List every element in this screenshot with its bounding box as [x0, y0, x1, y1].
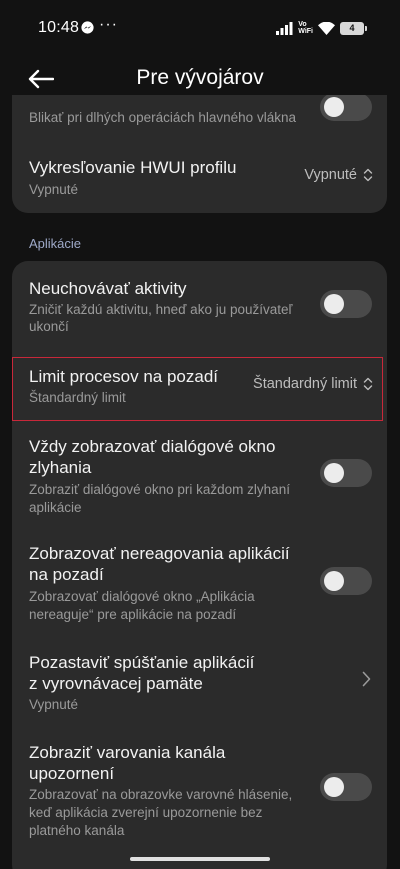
item-title: Vykresľovanie HWUI profilu	[29, 158, 237, 177]
list-item-background-anr[interactable]: Zobrazovať nereagovania aplikácií na poz…	[12, 539, 387, 631]
list-item-show-crash-dialog[interactable]: Vždy zobrazovať dialógové okno zlyhania …	[12, 431, 387, 523]
background-anr-toggle[interactable]	[320, 567, 372, 595]
item-title-line2: na pozadí	[29, 565, 104, 584]
list-item-dont-keep-activities[interactable]: Neuchovávať aktivity Zničiť každú aktivi…	[12, 261, 387, 343]
list-item-notification-channel-warnings[interactable]: Zobraziť varovania kanála upozornení Zob…	[12, 741, 387, 853]
home-indicator[interactable]	[130, 857, 270, 861]
messenger-icon	[81, 21, 94, 34]
item-title: Neuchovávať aktivity	[29, 279, 187, 298]
status-icons: Vo WiFi 4	[276, 19, 367, 37]
item-subtitle-line3: platného kanála	[29, 823, 125, 838]
settings-card-top: Blikať pri dlhých operáciách hlavného vl…	[12, 95, 387, 213]
item-title-line2: z vyrovnávacej pamäte	[29, 674, 203, 693]
vowifi-icon: Vo WiFi	[298, 21, 313, 35]
item-subtitle: Vypnuté	[29, 697, 79, 712]
channel-warnings-toggle[interactable]	[320, 773, 372, 801]
section-label-apps: Aplikácie	[29, 236, 82, 251]
more-notifications-icon: ···	[99, 16, 118, 33]
list-item-hwui-profile[interactable]: Vykresľovanie HWUI profilu Vypnuté Vypnu…	[12, 145, 387, 205]
process-limit-select[interactable]: Štandardný limit	[253, 376, 373, 392]
battery-icon: 4	[340, 21, 367, 35]
item-title-line2: zlyhania	[29, 458, 92, 477]
wifi-icon	[318, 21, 335, 35]
page-title: Pre vývojárov	[136, 66, 264, 89]
item-title: Limit procesov na pozadí	[29, 367, 218, 386]
item-subtitle-line1: Zobrazovať dialógové okno „Aplikácia	[29, 589, 255, 604]
chevron-updown-icon	[363, 377, 373, 391]
vowifi-bottom: WiFi	[298, 28, 313, 35]
select-value: Štandardný limit	[253, 376, 357, 392]
item-title-line2: upozornení	[29, 764, 115, 783]
strict-mode-toggle[interactable]	[320, 95, 372, 121]
item-subtitle-line2: aplikácie	[29, 500, 82, 515]
status-time: 10:48	[38, 19, 80, 36]
hwui-value-select[interactable]: Vypnuté	[304, 167, 373, 183]
item-subtitle-line2: ukončí	[29, 319, 69, 334]
chevron-right-icon	[362, 671, 371, 687]
chevron-updown-icon	[363, 168, 373, 182]
list-item-strict-mode[interactable]: Blikať pri dlhých operáciách hlavného vl…	[12, 95, 387, 137]
list-item-suspend-cached-apps[interactable]: Pozastaviť spúšťanie aplikácií z vyrovná…	[12, 647, 387, 727]
item-subtitle-line2: keď aplikácia zverejní upozornenie bez	[29, 805, 263, 820]
dont-keep-activities-toggle[interactable]	[320, 290, 372, 318]
crash-dialog-toggle[interactable]	[320, 459, 372, 487]
item-title-line1: Vždy zobrazovať dialógové okno	[29, 437, 276, 456]
item-subtitle: Blikať pri dlhých operáciách hlavného vl…	[29, 110, 296, 125]
item-subtitle: Štandardný limit	[29, 390, 126, 405]
select-value: Vypnuté	[304, 167, 357, 183]
list-item-background-process-limit[interactable]: Limit procesov na pozadí Štandardný limi…	[12, 357, 387, 421]
item-subtitle-line1: Zobraziť dialógové okno pri každom zlyha…	[29, 482, 290, 497]
item-subtitle-line2: nereaguje“ pre aplikácie na pozadí	[29, 607, 237, 622]
item-title-line1: Pozastaviť spúšťanie aplikácií	[29, 653, 255, 672]
item-subtitle: Vypnuté	[29, 182, 79, 197]
settings-card-apps: Neuchovávať aktivity Zničiť každú aktivi…	[12, 261, 387, 869]
item-title-line1: Zobrazovať nereagovania aplikácií	[29, 544, 290, 563]
vowifi-top: Vo	[298, 21, 307, 28]
signal-icon	[276, 21, 293, 35]
status-bar: 10:48 ··· Vo WiFi 4	[0, 0, 400, 56]
item-subtitle-line1: Zobrazovať na obrazovke varovné hlásenie…	[29, 787, 293, 802]
item-title-line1: Zobraziť varovania kanála	[29, 743, 226, 762]
item-subtitle-line1: Zničiť každú aktivitu, hneď ako ju použí…	[29, 302, 293, 317]
